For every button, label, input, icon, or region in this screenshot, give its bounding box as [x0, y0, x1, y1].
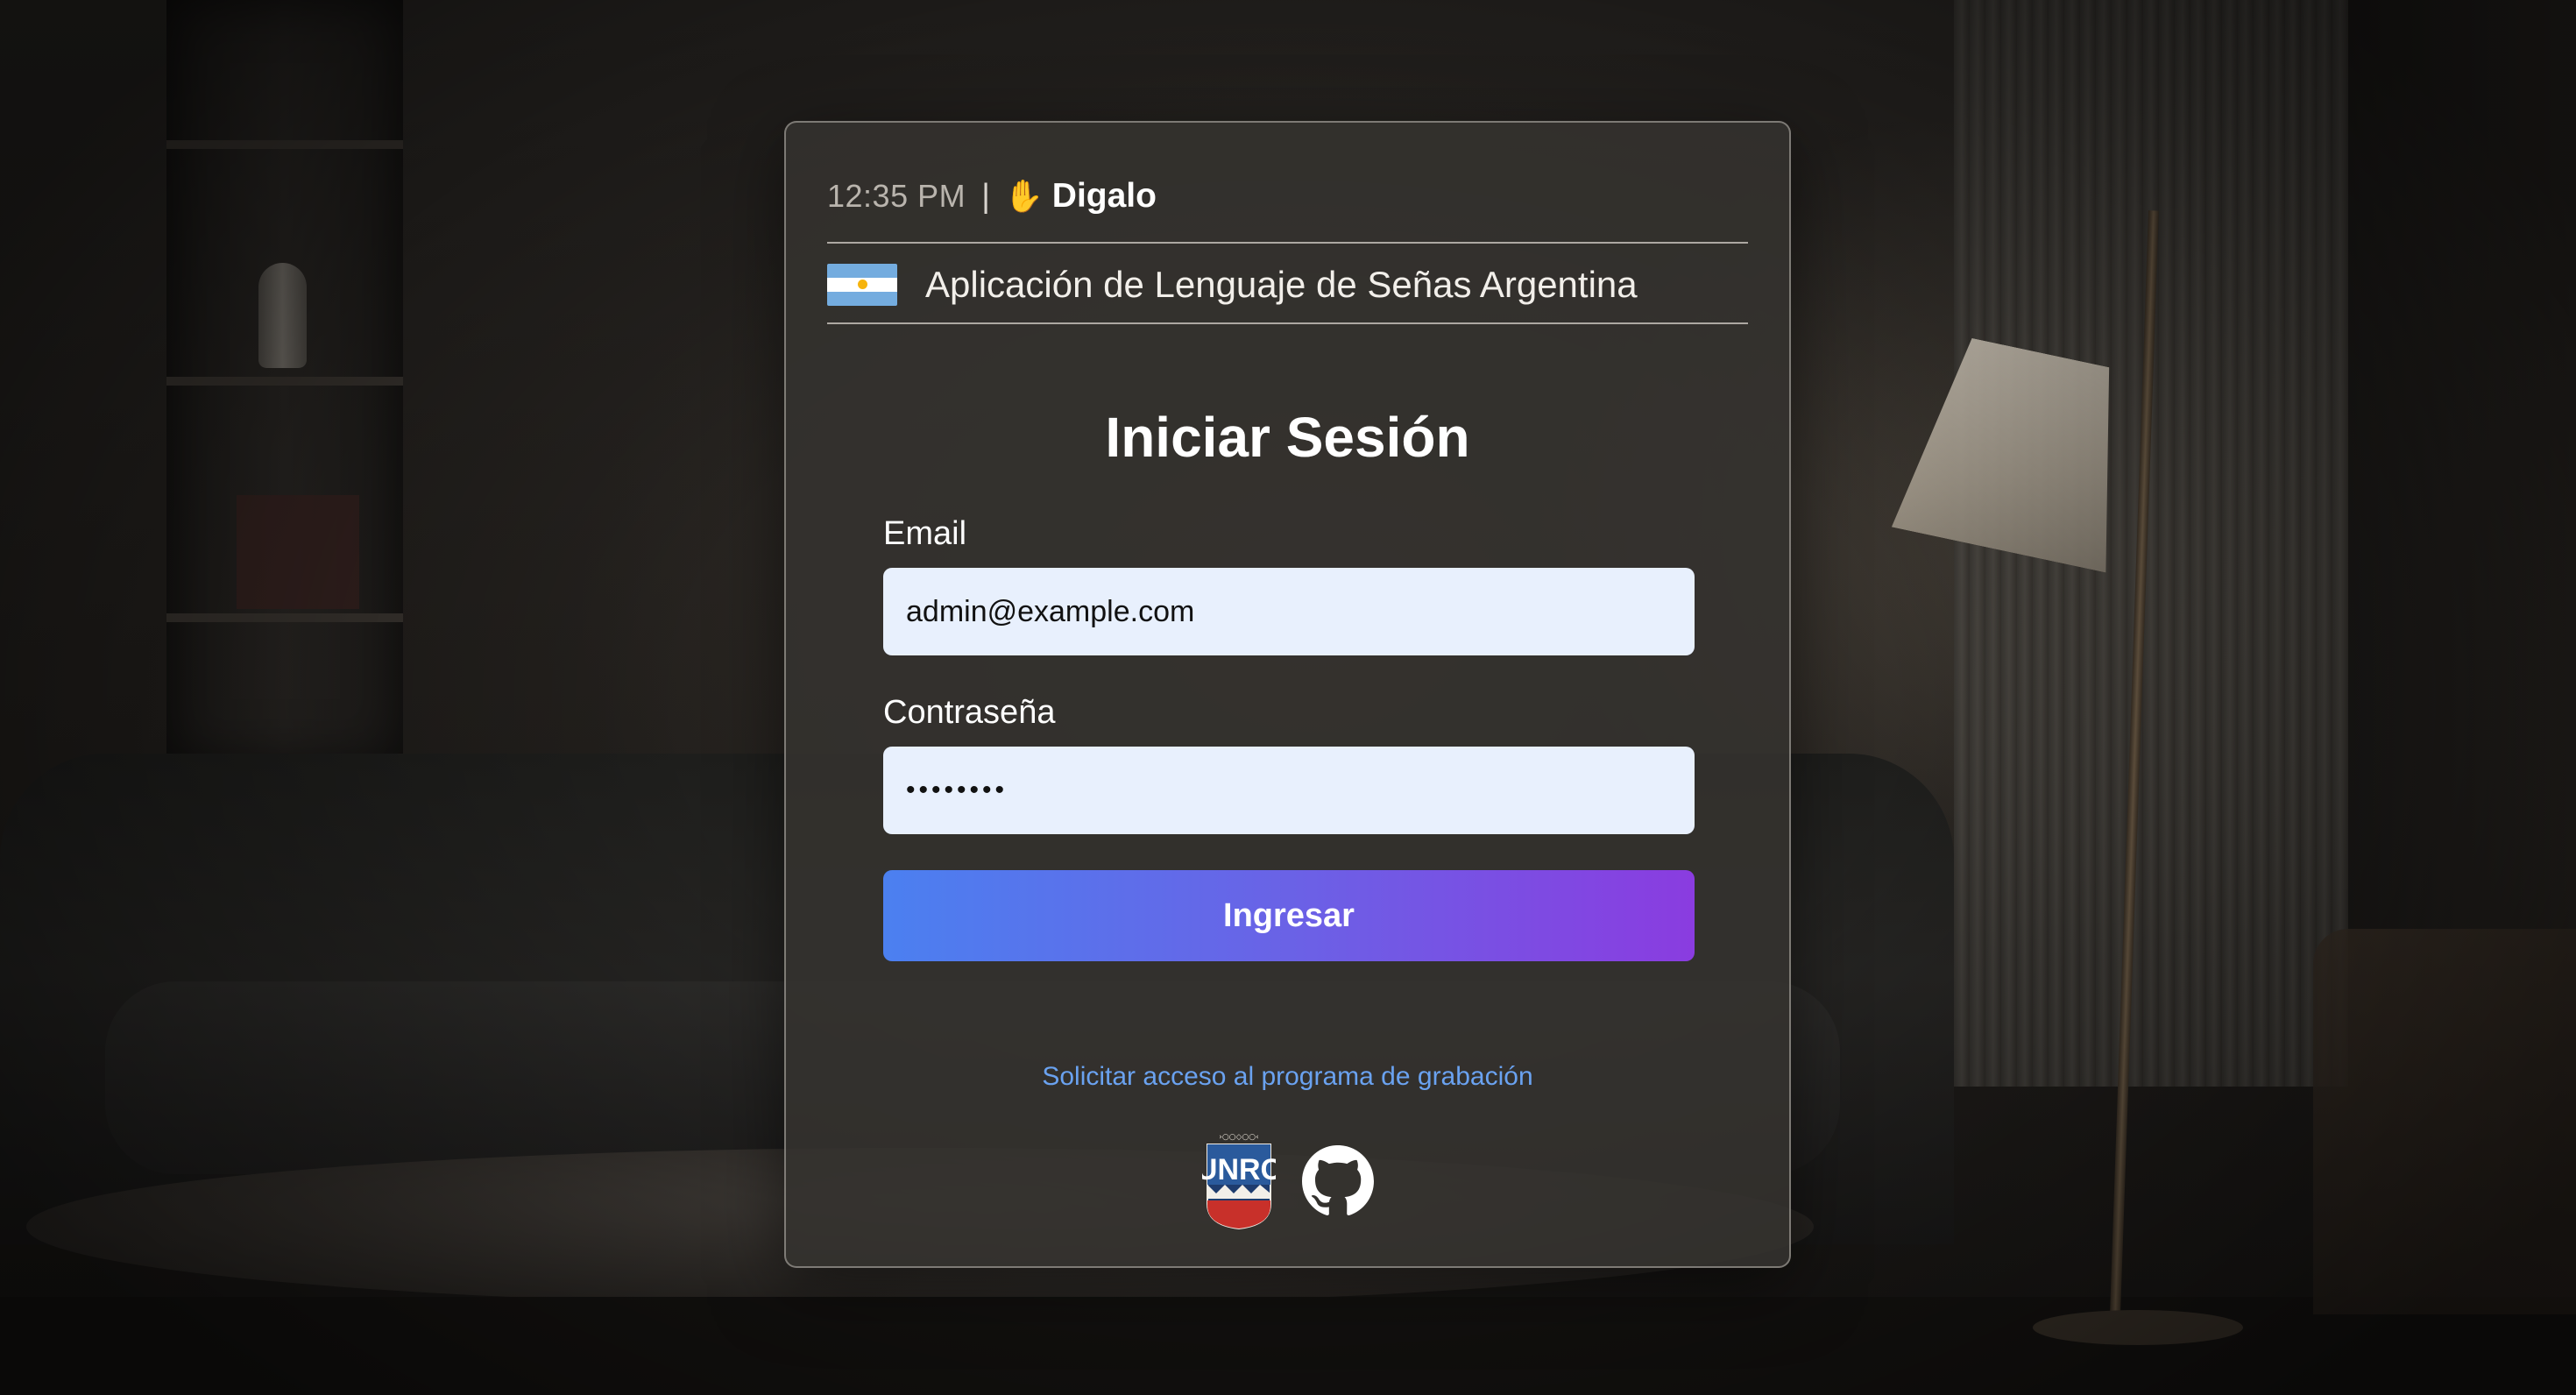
unrc-logo-top-pattern: ›○○◇○○‹	[1219, 1133, 1259, 1142]
separator: |	[981, 177, 990, 215]
app-brand-name: Digalo	[1051, 177, 1157, 215]
argentina-flag-icon	[827, 264, 897, 306]
divider	[827, 242, 1748, 244]
footer-logos: ›○○◇○○‹ UNRC	[786, 1130, 1789, 1232]
svg-text:›○○◇○○‹: ›○○◇○○‹	[1219, 1133, 1259, 1142]
email-field[interactable]	[883, 568, 1695, 655]
password-field[interactable]	[883, 747, 1695, 834]
top-bar: 12:35 PM | ✋ Digalo	[827, 168, 1157, 224]
unrc-logo[interactable]: ›○○◇○○‹ UNRC	[1202, 1130, 1276, 1232]
github-icon[interactable]	[1301, 1145, 1374, 1217]
sun-of-may-icon	[858, 280, 867, 289]
divider	[827, 322, 1748, 324]
raised-hand-icon: ✋	[1003, 179, 1044, 215]
clock-time: 12:35 PM	[827, 178, 966, 214]
login-card: 12:35 PM | ✋ Digalo Aplicación de Lengua…	[784, 121, 1791, 1268]
login-submit-button[interactable]: Ingresar	[883, 870, 1695, 961]
unrc-logo-text: UNRC	[1202, 1153, 1276, 1186]
password-label: Contraseña	[883, 694, 1056, 731]
email-label: Email	[883, 515, 967, 552]
page-title: Iniciar Sesión	[1105, 406, 1470, 469]
app-subtitle-bar: Aplicación de Lenguaje de Señas Argentin…	[827, 259, 1638, 310]
request-access-link-row: Solicitar acceso al programa de grabació…	[786, 1062, 1789, 1092]
app-subtitle: Aplicación de Lenguaje de Señas Argentin…	[925, 264, 1638, 305]
request-access-link[interactable]: Solicitar acceso al programa de grabació…	[1042, 1062, 1532, 1091]
